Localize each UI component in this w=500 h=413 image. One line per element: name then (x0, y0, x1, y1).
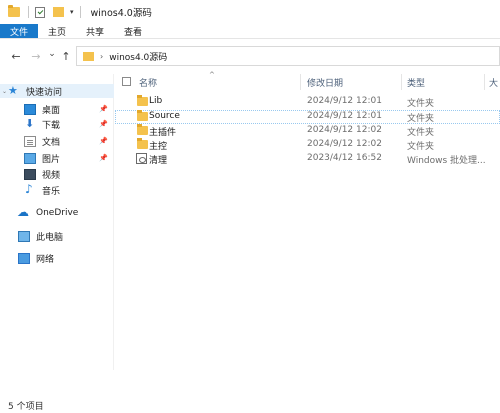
sidebar-item-label: 下载 (42, 120, 61, 131)
file-type: 文件夹 (407, 142, 435, 152)
table-row[interactable]: 清理 2023/4/12 16:52 Windows 批处理... (115, 152, 500, 166)
file-type: Windows 批处理... (407, 156, 486, 166)
folder-icon (137, 95, 148, 106)
sidebar-item-label: 图片 (42, 154, 61, 165)
file-type: 文件夹 (407, 99, 435, 109)
toolbar-divider (28, 6, 29, 18)
sidebar-item-label: OneDrive (36, 208, 79, 218)
quick-access-toolbar: ▾ (0, 0, 87, 24)
pin-icon: 📌 (99, 120, 108, 128)
item-count: 5 个项目 (8, 402, 44, 412)
window-title: winos4.0源码 (90, 8, 152, 19)
file-name: Lib (149, 96, 163, 106)
file-name: 主插件 (149, 128, 177, 138)
network-icon (18, 252, 30, 264)
batch-file-icon (136, 153, 147, 164)
column-divider[interactable] (401, 74, 402, 90)
sidebar-item-desktop[interactable]: 桌面 📌 (0, 102, 114, 116)
sidebar-item-music[interactable]: 音乐 (0, 182, 114, 197)
folder-icon (137, 138, 148, 149)
sidebar-item-onedrive[interactable]: OneDrive (0, 205, 114, 220)
sidebar-item-label: 音乐 (42, 186, 61, 197)
pin-icon: 📌 (99, 105, 108, 113)
file-date: 2024/9/12 12:01 (307, 96, 382, 106)
sidebar-item-this-pc[interactable]: 此电脑 (0, 229, 114, 243)
file-date: 2024/9/12 12:01 (307, 111, 382, 121)
column-header-type[interactable]: 类型 (407, 76, 425, 89)
star-icon (8, 84, 20, 97)
sidebar-item-network[interactable]: 网络 (0, 251, 114, 265)
properties-icon[interactable] (35, 6, 45, 18)
table-row[interactable]: Lib 2024/9/12 12:01 文件夹 (115, 95, 500, 109)
file-date: 2023/4/12 16:52 (307, 153, 382, 163)
folder-icon (137, 124, 148, 135)
column-headers: ^ 名称 修改日期 类型 大 (115, 71, 500, 90)
file-name: 主控 (149, 142, 168, 152)
column-divider[interactable] (484, 74, 485, 90)
table-row[interactable]: 主插件 2024/9/12 12:02 文件夹 (115, 124, 500, 138)
desktop-icon (24, 103, 36, 115)
music-icon (24, 182, 36, 196)
pin-icon: 📌 (99, 137, 108, 145)
forward-button[interactable]: → (28, 48, 44, 64)
file-list: ^ 名称 修改日期 类型 大 Lib 2024/9/12 12:01 文件夹 S… (115, 68, 500, 368)
up-button[interactable]: ↑ (58, 48, 74, 64)
table-row[interactable]: Source 2024/9/12 12:01 文件夹 (115, 110, 500, 124)
sidebar-item-pictures[interactable]: 图片 📌 (0, 151, 114, 165)
navigation-pane: ⌄ 快速访问 桌面 📌 下载 📌 文档 📌 图片 📌 视频 音乐 OneDriv… (0, 74, 114, 370)
file-date: 2024/9/12 12:02 (307, 125, 382, 135)
videos-icon (24, 168, 36, 180)
back-button[interactable]: ← (8, 48, 24, 64)
address-bar[interactable]: › winos4.0源码 (76, 46, 500, 66)
column-divider[interactable] (300, 74, 301, 90)
ribbon-tabs: 文件 主页 共享 查看 (0, 24, 500, 39)
sort-ascending-icon: ^ (209, 71, 215, 79)
status-bar: 5 个项目 (0, 398, 500, 413)
tab-view[interactable]: 查看 (114, 24, 152, 38)
sidebar-item-quick-access[interactable]: ⌄ 快速访问 (0, 84, 114, 98)
sidebar-item-label: 此电脑 (36, 232, 64, 243)
this-pc-icon (18, 230, 30, 242)
table-row[interactable]: 主控 2024/9/12 12:02 文件夹 (115, 138, 500, 152)
sidebar-item-label: 视频 (42, 170, 61, 181)
tab-share[interactable]: 共享 (76, 24, 114, 38)
sidebar-item-label: 快速访问 (26, 87, 63, 98)
file-type: 文件夹 (407, 128, 435, 138)
customize-toolbar-dropdown-icon[interactable]: ▾ (70, 8, 74, 16)
title-bar: ▾ winos4.0源码 (0, 0, 500, 24)
file-name: 清理 (149, 156, 168, 166)
pictures-icon (24, 152, 36, 164)
folder-icon (137, 110, 148, 121)
breadcrumb-current[interactable]: winos4.0源码 (109, 50, 167, 63)
chevron-down-icon[interactable]: ⌄ (0, 88, 7, 95)
sidebar-item-videos[interactable]: 视频 (0, 167, 114, 181)
breadcrumb-chevron-icon[interactable]: › (100, 52, 103, 61)
tab-file[interactable]: 文件 (0, 24, 38, 38)
column-header-date[interactable]: 修改日期 (307, 76, 343, 89)
sidebar-item-label: 网络 (36, 254, 55, 265)
onedrive-icon (17, 205, 30, 219)
file-type: 文件夹 (407, 114, 435, 124)
pin-icon: 📌 (99, 154, 108, 162)
column-header-size[interactable]: 大 (489, 76, 498, 89)
new-folder-icon[interactable] (53, 7, 64, 17)
sidebar-item-downloads[interactable]: 下载 📌 (0, 117, 114, 131)
sidebar-item-documents[interactable]: 文档 📌 (0, 134, 114, 148)
download-icon (24, 117, 36, 130)
tab-home[interactable]: 主页 (38, 24, 76, 38)
documents-icon (24, 135, 36, 147)
file-name: Source (149, 111, 180, 121)
sidebar-item-label: 文档 (42, 137, 61, 148)
select-all-checkbox[interactable] (122, 77, 131, 86)
folder-icon (8, 5, 20, 17)
toolbar-divider (79, 6, 81, 18)
sidebar-item-label: 桌面 (42, 105, 61, 116)
folder-icon (83, 51, 94, 61)
file-date: 2024/9/12 12:02 (307, 139, 382, 149)
column-header-name[interactable]: 名称 (139, 76, 157, 89)
